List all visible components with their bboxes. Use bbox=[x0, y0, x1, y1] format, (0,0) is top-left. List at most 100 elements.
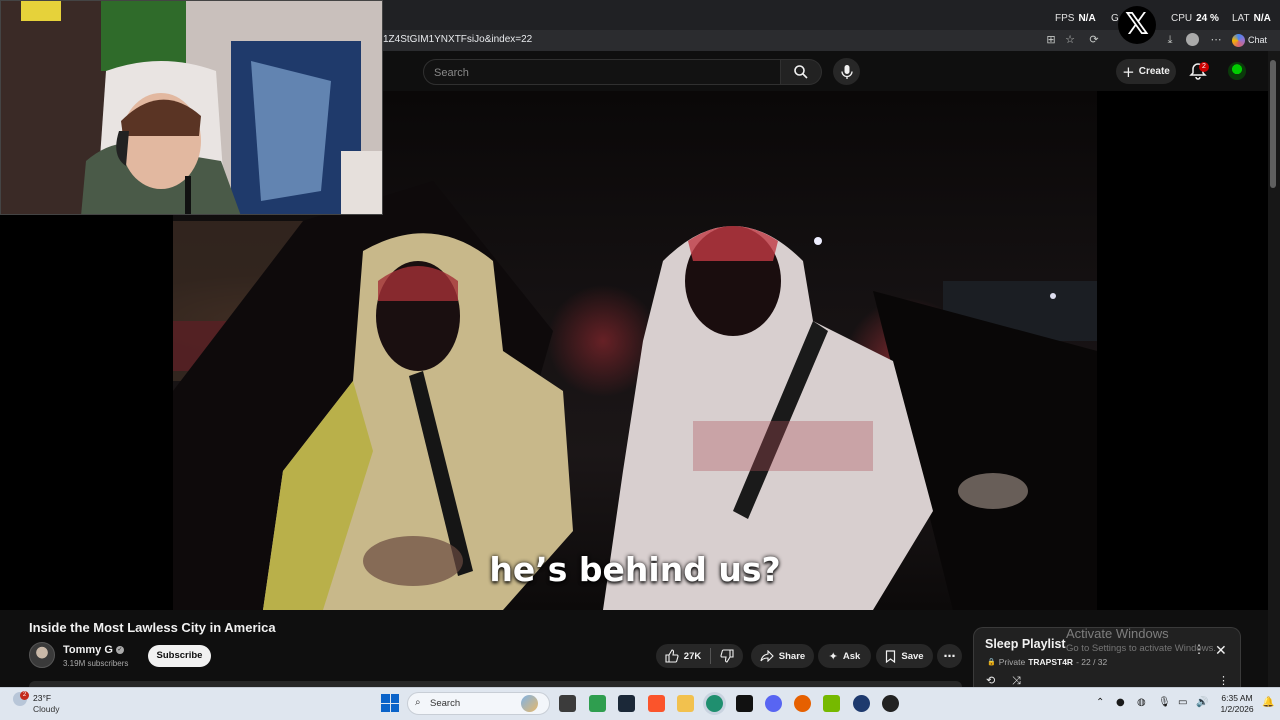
search-input[interactable] bbox=[434, 65, 764, 81]
playlist-title[interactable]: Sleep Playlist bbox=[985, 637, 1066, 651]
weather-condition[interactable]: Cloudy bbox=[33, 704, 59, 714]
notification-center-icon[interactable]: 🔔 bbox=[1262, 697, 1274, 708]
loop-icon[interactable]: ⟲ bbox=[986, 674, 995, 687]
subscribe-button[interactable]: Subscribe bbox=[148, 645, 211, 667]
channel-avatar[interactable] bbox=[29, 642, 55, 668]
chat-label: Chat bbox=[1248, 35, 1268, 45]
install-app-icon[interactable]: ⊞ bbox=[1044, 33, 1058, 47]
playlist-position: - 22 / 32 bbox=[1076, 657, 1108, 667]
search-button[interactable] bbox=[781, 59, 822, 85]
create-button[interactable]: + Create bbox=[1116, 59, 1176, 84]
file-explorer-icon[interactable] bbox=[677, 695, 694, 712]
network-icon[interactable]: ▭ bbox=[1178, 697, 1187, 708]
bookmark-icon bbox=[886, 649, 896, 663]
lat-value: N/A bbox=[1253, 13, 1271, 24]
tiktok-app-icon[interactable] bbox=[736, 695, 753, 712]
more-icon: ⋯ bbox=[943, 649, 956, 663]
save-button[interactable]: Save bbox=[876, 644, 933, 668]
taskbar-clock-date[interactable]: 1/2/2026 bbox=[1216, 704, 1258, 714]
browser-menu-icon[interactable]: ⋯ bbox=[1209, 33, 1223, 47]
taskbar-clock-time[interactable]: 6:35 AM bbox=[1220, 693, 1254, 703]
url-text[interactable]: 1Z4StGIM1YNXTFsiJo&index=22 bbox=[383, 34, 532, 45]
discord-app-icon[interactable] bbox=[765, 695, 782, 712]
activate-windows-subtitle: Go to Settings to activate Windows. bbox=[1066, 643, 1216, 654]
like-icon[interactable] bbox=[665, 649, 679, 663]
mic-icon bbox=[840, 64, 853, 79]
share-icon bbox=[760, 650, 774, 662]
create-label: Create bbox=[1138, 66, 1170, 77]
shuffle-icon[interactable]: ⤨ bbox=[1012, 674, 1021, 688]
more-actions-button[interactable]: ⋯ bbox=[937, 644, 962, 668]
downloads-icon[interactable]: ⤓ bbox=[1163, 33, 1177, 47]
extensions-icon[interactable]: ⟳ bbox=[1087, 33, 1101, 47]
dislike-icon[interactable] bbox=[720, 649, 734, 663]
tray-app-icon[interactable]: ◍ bbox=[1137, 697, 1146, 708]
task-view-icon[interactable] bbox=[559, 695, 576, 712]
share-label: Share bbox=[778, 650, 806, 662]
profile-avatar-icon[interactable] bbox=[1186, 33, 1199, 46]
microphone-tray-icon[interactable]: 🎙 bbox=[1158, 697, 1171, 708]
latency-stat: LAT N/A bbox=[1232, 13, 1271, 24]
weather-badge: 2 bbox=[20, 691, 29, 700]
search-highlight-icon[interactable] bbox=[521, 695, 538, 712]
playlist-meta: 🔒 Private TRAPST4R - 22 / 32 bbox=[987, 657, 1107, 667]
like-divider bbox=[710, 648, 712, 664]
cpu-stat: CPU 24 % bbox=[1171, 13, 1219, 24]
channel-name: Tommy G bbox=[63, 644, 113, 656]
plus-icon: + bbox=[1122, 62, 1135, 81]
cpu-unit: % bbox=[1210, 13, 1219, 24]
share-button[interactable]: Share bbox=[751, 644, 814, 668]
windows-taskbar bbox=[0, 687, 1280, 720]
volume-icon[interactable]: 🔊 bbox=[1196, 697, 1208, 708]
close-icon[interactable]: ✕ bbox=[1215, 643, 1227, 659]
brave-app-icon[interactable] bbox=[648, 695, 665, 712]
channel-name-link[interactable]: Tommy G ✓ bbox=[63, 644, 124, 656]
account-avatar[interactable] bbox=[1228, 62, 1246, 80]
x-logo-icon: 𝕏 bbox=[1118, 6, 1156, 44]
playlist-options-icon[interactable]: ⋮ bbox=[1218, 674, 1229, 687]
video-caption: he’s behind us? bbox=[489, 550, 781, 589]
obs-app-icon[interactable] bbox=[882, 695, 899, 712]
copilot-icon bbox=[1232, 33, 1245, 47]
notification-badge: 2 bbox=[1199, 62, 1209, 72]
like-count: 27K bbox=[683, 650, 702, 662]
tray-overflow-icon[interactable]: ⌃ bbox=[1096, 697, 1104, 708]
activate-windows-title: Activate Windows bbox=[1066, 626, 1169, 641]
search-box[interactable] bbox=[423, 59, 781, 85]
voice-search-button[interactable] bbox=[833, 58, 860, 85]
playlist-privacy: Private bbox=[998, 657, 1026, 667]
lock-icon: 🔒 bbox=[987, 658, 996, 666]
scrollbar-thumb[interactable] bbox=[1270, 60, 1276, 188]
windows-start-icon[interactable] bbox=[381, 694, 399, 712]
taskbar-search-label[interactable]: Search bbox=[430, 698, 460, 709]
copilot-chat-button[interactable]: Chat bbox=[1232, 32, 1267, 48]
app-icon-blue[interactable] bbox=[853, 695, 870, 712]
nvidia-app-icon[interactable] bbox=[823, 695, 840, 712]
video-title: Inside the Most Lawless City in America bbox=[29, 620, 276, 635]
sparkle-icon: ✦ bbox=[828, 649, 838, 663]
weather-temperature[interactable]: 23°F bbox=[33, 693, 51, 703]
lat-label: LAT bbox=[1232, 13, 1250, 24]
cpu-label: CPU bbox=[1171, 13, 1193, 24]
ask-button[interactable]: ✦ Ask bbox=[818, 644, 871, 668]
steam-tray-icon[interactable]: ● bbox=[1116, 697, 1125, 708]
like-dislike-group[interactable]: 27K bbox=[656, 644, 743, 668]
save-label: Save bbox=[901, 650, 924, 662]
steam-app-icon[interactable] bbox=[618, 695, 635, 712]
playlist-owner[interactable]: TRAPST4R bbox=[1028, 657, 1073, 667]
ask-label: Ask bbox=[842, 650, 861, 662]
taskbar-search-icon: ⌕ bbox=[415, 697, 421, 708]
webcam-image bbox=[1, 1, 382, 214]
verified-icon: ✓ bbox=[115, 646, 124, 654]
subscriber-count: 3.19M subscribers bbox=[63, 659, 129, 668]
fps-value: N/A bbox=[1078, 13, 1096, 24]
firefox-app-icon[interactable] bbox=[794, 695, 811, 712]
fps-stat: FPS N/A bbox=[1055, 13, 1096, 24]
fps-label: FPS bbox=[1055, 13, 1075, 24]
cpu-value: 24 bbox=[1196, 13, 1208, 24]
search-icon bbox=[794, 65, 808, 79]
bookmark-star-icon[interactable]: ☆ bbox=[1063, 33, 1077, 47]
notepad-app-icon[interactable] bbox=[589, 695, 606, 712]
edge-app-icon[interactable] bbox=[706, 695, 723, 712]
streamer-webcam bbox=[0, 0, 383, 215]
